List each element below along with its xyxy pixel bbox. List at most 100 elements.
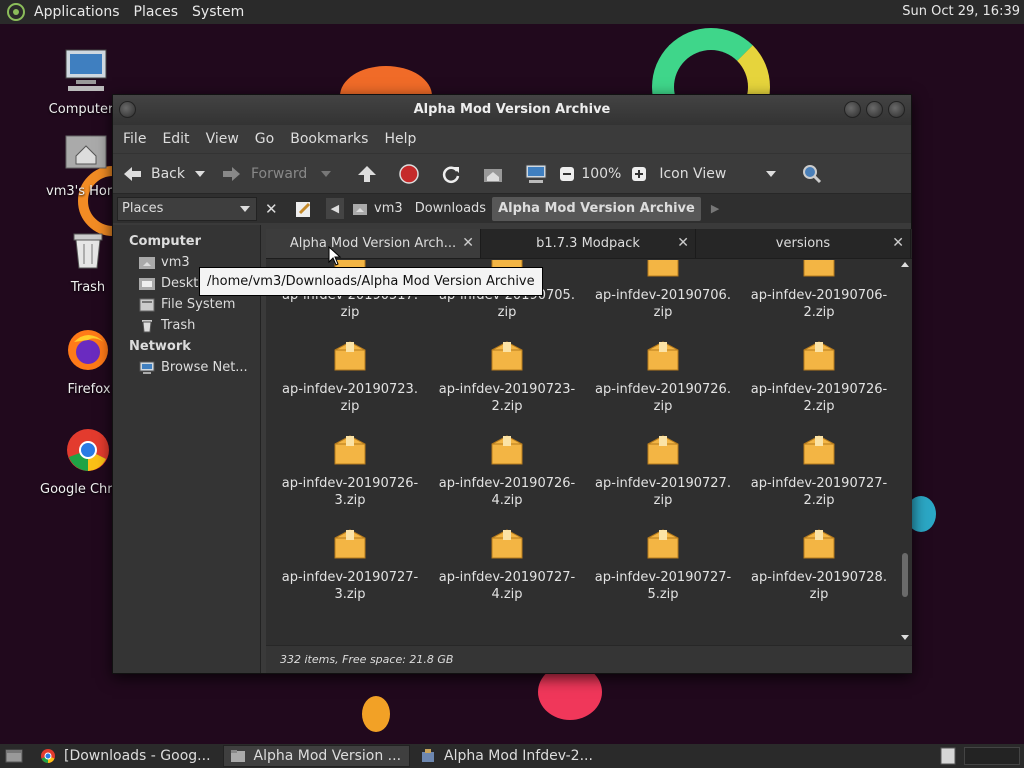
file-item[interactable]: ap-infdev-20190728. zip <box>741 526 896 603</box>
close-tab-icon[interactable]: ✕ <box>462 235 474 251</box>
package-icon <box>647 260 679 277</box>
zoom-out-icon[interactable] <box>559 166 575 182</box>
file-name-line2: zip <box>340 305 360 320</box>
close-button[interactable] <box>888 101 905 118</box>
stop-icon[interactable] <box>397 163 421 185</box>
zoom-in-icon[interactable] <box>631 166 647 182</box>
file-item[interactable]: ap-infdev-20190727- 4.zip <box>429 526 585 603</box>
sidebar-item-file-system[interactable]: File System <box>113 294 260 315</box>
file-item[interactable]: ap-infdev-20190727. zip <box>585 432 741 509</box>
sidebar-item-label: Trash <box>161 318 196 333</box>
back-history-dropdown-icon[interactable] <box>195 170 205 177</box>
computer-icon[interactable] <box>523 163 549 185</box>
home-icon[interactable] <box>481 163 505 185</box>
show-desktop-icon[interactable] <box>4 747 26 765</box>
file-name-line2: zip <box>653 493 673 508</box>
sidebar-mode-dropdown-icon <box>240 205 250 212</box>
search-icon[interactable] <box>800 163 824 185</box>
file-item[interactable]: ap-infdev-20190723. zip <box>272 338 428 415</box>
sidebar-mode-select[interactable]: Places <box>117 196 257 221</box>
taskbar-item-chrome[interactable]: [Downloads - Goog... <box>34 745 219 767</box>
file-manager-window: Alpha Mod Version Archive File Edit View… <box>112 94 912 674</box>
file-item[interactable]: ap-infdev-20190727- 5.zip <box>585 526 741 603</box>
close-tab-icon[interactable]: ✕ <box>892 235 904 251</box>
close-sidebar-icon[interactable]: ✕ <box>265 200 278 218</box>
archive-manager-icon <box>422 749 435 762</box>
tab-label: versions <box>775 236 831 251</box>
menubar: File Edit View Go Bookmarks Help <box>113 125 911 153</box>
applications-menu[interactable]: Applications <box>27 4 127 20</box>
menu-help[interactable]: Help <box>378 131 426 147</box>
menu-edit[interactable]: Edit <box>156 131 199 147</box>
forward-button[interactable]: Forward <box>221 164 332 184</box>
file-name-line1: ap-infdev-20190727. <box>595 476 731 491</box>
package-icon <box>647 341 679 371</box>
vertical-scrollbar[interactable] <box>900 261 910 641</box>
maximize-button[interactable] <box>866 101 883 118</box>
file-item[interactable]: ap-infdev-20190706. zip <box>585 260 741 321</box>
close-tab-icon[interactable]: ✕ <box>677 235 689 251</box>
taskbar-item-file-manager[interactable]: Alpha Mod Version ... <box>222 745 411 767</box>
file-item[interactable]: ap-infdev-20190723- 2.zip <box>429 338 585 415</box>
breadcrumb-current[interactable]: Alpha Mod Version Archive <box>492 196 701 221</box>
up-arrow-icon[interactable] <box>355 163 379 185</box>
clock[interactable]: Sun Oct 29, 16:39 <box>902 4 1020 19</box>
view-mode-select[interactable]: Icon View <box>659 166 777 182</box>
package-icon <box>334 435 366 465</box>
system-menu[interactable]: System <box>185 4 251 20</box>
package-icon <box>491 341 523 371</box>
sidebar-item-trash[interactable]: Trash <box>113 315 260 336</box>
package-icon <box>491 529 523 559</box>
trash-icon <box>73 233 103 269</box>
back-button[interactable]: Back <box>121 164 205 184</box>
computer-icon <box>65 49 107 91</box>
breadcrumb-downloads[interactable]: Downloads <box>409 197 492 221</box>
file-name-line2: 5.zip <box>647 587 679 602</box>
places-menu[interactable]: Places <box>127 4 186 20</box>
edit-location-icon[interactable] <box>294 199 314 219</box>
file-name-line1: ap-infdev-20190706- <box>750 288 888 303</box>
file-item[interactable]: ap-infdev-20190726- 3.zip <box>272 432 428 509</box>
distro-logo-icon[interactable] <box>5 1 27 23</box>
file-item[interactable]: ap-infdev-20190706- 2.zip <box>741 260 896 321</box>
breadcrumb-left-icon[interactable]: ◀ <box>325 198 345 219</box>
file-item[interactable]: ap-infdev-20190726. zip <box>585 338 741 415</box>
desktop-icon-label: Computer <box>48 102 114 117</box>
forward-history-dropdown-icon[interactable] <box>321 170 332 177</box>
file-name-line2: 2.zip <box>803 399 835 414</box>
tab-bar: Alpha Mod Version Arch... ✕ b1.7.3 Modpa… <box>266 229 912 259</box>
sidebar-item-browse-network[interactable]: Browse Net... <box>113 357 260 378</box>
workspace-switcher-empty[interactable] <box>964 747 1020 765</box>
package-icon <box>803 435 835 465</box>
drive-icon <box>139 298 155 311</box>
package-icon <box>803 529 835 559</box>
workspace-switcher-icon[interactable] <box>940 747 956 765</box>
file-name-line1: ap-infdev-20190727- <box>438 570 576 585</box>
tab-versions[interactable]: versions ✕ <box>696 229 911 258</box>
tab-alpha-mod-version-archive[interactable]: Alpha Mod Version Arch... ✕ <box>266 229 481 258</box>
file-name-line1: ap-infdev-20190706. <box>595 288 731 303</box>
menu-view[interactable]: View <box>200 131 249 147</box>
file-name-line2: 2.zip <box>803 493 835 508</box>
file-item[interactable]: ap-infdev-20190727- 2.zip <box>741 432 896 509</box>
taskbar-item-label: [Downloads - Goog... <box>64 748 211 764</box>
window-titlebar[interactable]: Alpha Mod Version Archive <box>113 95 911 125</box>
tab-b173-modpack[interactable]: b1.7.3 Modpack ✕ <box>481 229 696 258</box>
file-name-line2: 4.zip <box>491 587 523 602</box>
breadcrumb-vm3[interactable]: vm3 <box>368 197 409 221</box>
menu-bookmarks[interactable]: Bookmarks <box>284 131 378 147</box>
window-menu-button[interactable] <box>119 101 136 118</box>
tab-label: Alpha Mod Version Arch... <box>289 236 457 251</box>
reload-icon[interactable] <box>439 163 463 185</box>
file-item[interactable]: ap-infdev-20190726- 4.zip <box>429 432 585 509</box>
file-item[interactable]: ap-infdev-20190726- 2.zip <box>741 338 896 415</box>
desktop-folder-icon <box>139 277 155 290</box>
menu-file[interactable]: File <box>117 131 156 147</box>
minimize-button[interactable] <box>844 101 861 118</box>
file-item[interactable]: ap-infdev-20190727- 3.zip <box>272 526 428 603</box>
file-name-line2: 2.zip <box>491 399 523 414</box>
tab-label: b1.7.3 Modpack <box>536 236 640 251</box>
breadcrumb-right-icon[interactable]: ▶ <box>711 202 719 215</box>
menu-go[interactable]: Go <box>249 131 284 147</box>
taskbar-item-archive[interactable]: Alpha Mod Infdev-2... <box>414 745 601 767</box>
